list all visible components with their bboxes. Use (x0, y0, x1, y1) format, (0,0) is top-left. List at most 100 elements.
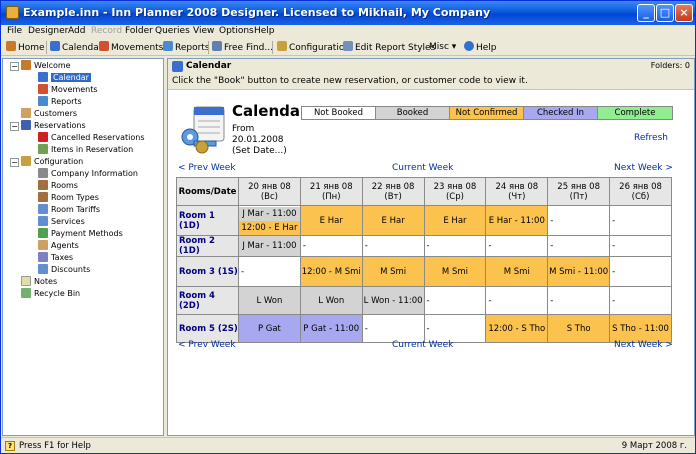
tree-item-room-tariffs[interactable]: Room Tariffs (38, 204, 100, 216)
edit-report-styles-button[interactable]: Edit Report Styles (343, 41, 435, 54)
title-bar[interactable]: Example.inn - Inn Planner 2008 Designer.… (1, 1, 695, 25)
reservation-cell[interactable]: E Har - 11:00 (485, 205, 549, 236)
tree-item-customers[interactable]: Customers (21, 108, 77, 120)
reservation-cell[interactable]: - (361, 235, 425, 257)
reservation-cell[interactable]: - (609, 205, 672, 236)
tree-item-reports[interactable]: Reports (38, 96, 82, 108)
close-button[interactable]: × (675, 4, 693, 22)
room-label[interactable]: Room 2 (1D) (176, 235, 239, 257)
tree-item-company-information[interactable]: Company Information (38, 168, 138, 180)
tree-item-movements[interactable]: Movements (38, 84, 98, 96)
tree-item-agents[interactable]: Agents (38, 240, 79, 252)
reservation-cell[interactable]: - (547, 286, 611, 315)
menu-add[interactable]: Add (68, 26, 85, 36)
tree-item-discounts[interactable]: Discounts (38, 264, 90, 276)
menu-file[interactable]: File (7, 26, 22, 36)
reservation-cell[interactable]: M Smi (361, 256, 425, 287)
reservation-cell[interactable]: - (423, 235, 487, 257)
tree-item-reservations[interactable]: Reservations (21, 120, 86, 132)
reservation-cell[interactable]: S Tho - 11:00 (609, 314, 672, 343)
reservation-cell[interactable]: - (299, 235, 363, 257)
configuration-button[interactable]: Configuration (277, 41, 350, 54)
day-header[interactable]: 26 янв 08 (Сб) (609, 177, 672, 206)
free-find-button[interactable]: Free Find... (212, 41, 273, 54)
calendar-button[interactable]: Calendar (50, 41, 102, 54)
tree-item-rooms[interactable]: Rooms (38, 180, 78, 192)
prev-week-link[interactable]: < Prev Week (178, 163, 236, 173)
reservation-cell[interactable]: - (361, 314, 425, 343)
reservation-cell[interactable]: 12:00 - S Tho (485, 314, 549, 343)
reservation-cell[interactable]: L Won (238, 286, 301, 315)
reservation-cell[interactable]: - (547, 235, 611, 257)
minimize-button[interactable]: _ (637, 4, 655, 22)
day-header[interactable]: 24 янв 08 (Чт) (485, 177, 549, 206)
tree-item-room-types[interactable]: Room Types (38, 192, 99, 204)
menu-designer[interactable]: Designer (28, 26, 68, 36)
maximize-button[interactable]: □ (656, 4, 674, 22)
reservation-cell[interactable]: E Har (361, 205, 425, 236)
reservation-cell[interactable]: - (547, 205, 611, 236)
refresh-link[interactable]: Refresh (634, 133, 668, 143)
reports-button[interactable]: Reports (163, 41, 210, 54)
movements-button[interactable]: Movements (99, 41, 163, 54)
reservation-cell[interactable]: M Smi (485, 256, 549, 287)
reservation-cell[interactable]: L Won - 11:00 (361, 286, 425, 315)
set-date-link[interactable]: (Set Date...) (232, 146, 287, 156)
tree-item-items-in-reservation[interactable]: Items in Reservation (38, 144, 133, 156)
reservation-cell[interactable]: M Smi (423, 256, 487, 287)
reservation-cell[interactable]: - (423, 314, 487, 343)
reservation-cell[interactable]: P Gat - 11:00 (299, 314, 363, 343)
reservation-cell[interactable]: - (609, 256, 672, 287)
reservation-cell[interactable]: 12:00 - M Smi (299, 256, 363, 287)
tree-item-welcome[interactable]: Welcome (21, 60, 71, 72)
tree-item-taxes[interactable]: Taxes (38, 252, 73, 264)
collapse-icon[interactable]: − (10, 62, 19, 71)
reservation-cell[interactable]: E Har (423, 205, 487, 236)
reservation-cell[interactable]: S Tho (547, 314, 611, 343)
reservation-cell[interactable]: P Gat (238, 314, 301, 343)
reservation-cell[interactable]: - (238, 256, 301, 287)
home-button[interactable]: Home (6, 41, 45, 54)
tree-item-calendar[interactable]: Calendar (38, 72, 91, 84)
tree-item-services[interactable]: Services (38, 216, 85, 228)
reservation-cell[interactable]: M Smi - 11:00 (547, 256, 611, 287)
tree-item-payment-methods[interactable]: Payment Methods (38, 228, 123, 240)
current-week-link-bottom[interactable]: Current Week (392, 340, 453, 350)
tree-item-cancelled-reservations[interactable]: Cancelled Reservations (38, 132, 145, 144)
tree-item-recycle-bin[interactable]: Recycle Bin (21, 288, 80, 300)
day-header[interactable]: 20 янв 08 (Вс) (238, 177, 301, 206)
next-week-link-bottom[interactable]: Next Week > (614, 340, 673, 350)
reservation-cell[interactable]: - (485, 286, 549, 315)
menu-options[interactable]: Options (219, 26, 254, 36)
menu-view[interactable]: View (193, 26, 214, 36)
tree-item-notes[interactable]: Notes (21, 276, 57, 288)
room-label[interactable]: Room 1 (1D) (176, 205, 239, 236)
reservation-cell[interactable]: - (423, 286, 487, 315)
reservation-cell[interactable]: J Mar - 11:00 12:00 - E Har (238, 205, 301, 236)
help-button[interactable]: Help (464, 41, 497, 54)
reservation-cell[interactable]: L Won (299, 286, 363, 315)
day-header[interactable]: 22 янв 08 (Вт) (361, 177, 425, 206)
room-label[interactable]: Room 3 (1S) (176, 256, 239, 287)
day-header[interactable]: 23 янв 08 (Ср) (423, 177, 487, 206)
menu-help[interactable]: Help (254, 26, 275, 36)
collapse-icon[interactable]: − (10, 122, 19, 131)
reservation-cell[interactable]: J Mar - 11:00 (238, 235, 301, 257)
booking-segment[interactable]: J Mar - 11:00 (239, 206, 300, 221)
reservation-cell[interactable]: - (609, 235, 672, 257)
day-header[interactable]: 21 янв 08 (Пн) (299, 177, 363, 206)
reservation-cell[interactable]: E Har (299, 205, 363, 236)
reservation-cell[interactable]: - (485, 235, 549, 257)
next-week-link[interactable]: Next Week > (614, 163, 673, 173)
day-header[interactable]: 25 янв 08 (Пт) (547, 177, 611, 206)
room-label[interactable]: Room 4 (2D) (176, 286, 239, 315)
menu-folder[interactable]: Folder (125, 26, 153, 36)
booking-segment[interactable]: 12:00 - E Har (239, 220, 300, 235)
tree-item-configuration[interactable]: Cofiguration (21, 156, 83, 168)
menu-queries[interactable]: Queries (155, 26, 190, 36)
collapse-icon[interactable]: − (10, 158, 19, 167)
room-label[interactable]: Room 5 (2S) (176, 314, 239, 343)
current-week-link[interactable]: Current Week (392, 163, 453, 173)
prev-week-link-bottom[interactable]: < Prev Week (178, 340, 236, 350)
misc-button[interactable]: Misc ▾ (429, 41, 456, 54)
